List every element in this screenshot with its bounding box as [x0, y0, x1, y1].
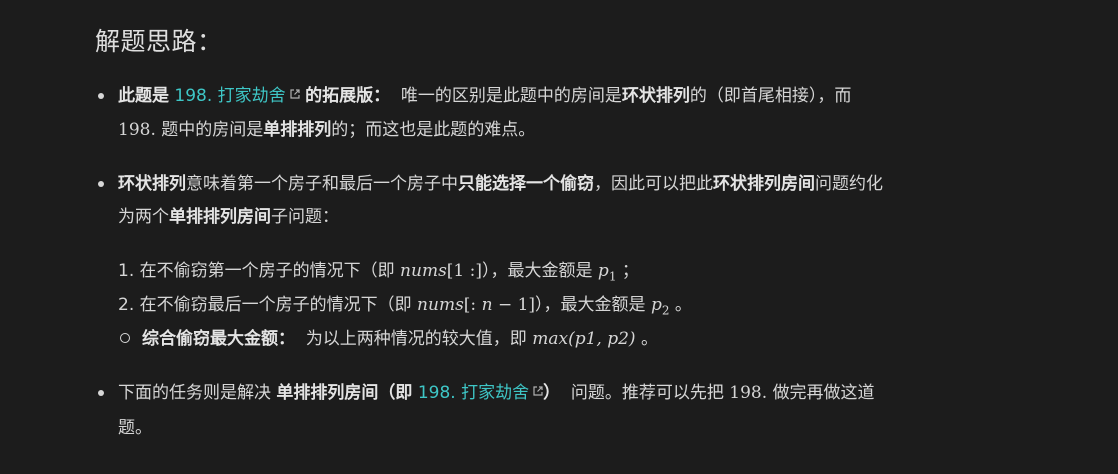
math-subscript: 2: [661, 303, 670, 318]
text: 题中的房间是: [161, 120, 264, 140]
section-title: 解题思路：: [95, 27, 223, 56]
bold-text: 单排排列房间: [169, 207, 271, 227]
text: 下面的任务则是解决: [118, 383, 271, 403]
math-variable: max: [532, 329, 569, 349]
text: 意味着第一个房子和最后一个房子中: [186, 174, 458, 194]
external-link-icon: [290, 89, 300, 99]
bullet-dot-2: [98, 181, 104, 187]
bullet-3-line-1: 下面的任务则是解决 单排排列房间（即 198. 打家劫舍） 问题。推荐可以先把 …: [118, 379, 875, 407]
bullet-2-line-1: 环状排列意味着第一个房子和最后一个房子中只能选择一个偷窃，因此可以把此环状排列房…: [118, 170, 883, 198]
bold-text: 环状排列房间: [713, 174, 815, 194]
text: 的（即首尾相接），而: [689, 86, 852, 106]
math-variable: nums: [400, 261, 447, 281]
math-variable: n: [481, 295, 493, 315]
math-variable: p: [650, 295, 662, 315]
bold-text: ）: [543, 383, 561, 403]
text: 唯一的区别是此题中的房间是: [400, 86, 622, 106]
bullet-dot-3: [98, 390, 104, 396]
link-198-house-robber[interactable]: 198. 打家劫舍: [418, 383, 543, 403]
math-variable: nums: [417, 295, 464, 315]
text: 做完再做这道: [772, 383, 875, 403]
text: ，因此可以把此: [594, 174, 713, 194]
text: 在不偷窃最后一个房子的情况下（即: [139, 295, 412, 315]
math-subscript: 1: [608, 269, 617, 284]
math-expression: − 1]: [497, 295, 536, 315]
bold-text: 单排排列: [263, 120, 332, 140]
text: ），最大金额是: [535, 295, 646, 315]
link-198-house-robber[interactable]: 198. 打家劫舍: [174, 86, 300, 106]
document: 解题思路： 此题是 198. 打家劫舍 的拓展版： 唯一的区别是此题中的房间是环…: [0, 0, 1118, 474]
list-item-2: 2. 在不偷窃最后一个房子的情况下（即 nums[: n − 1]），最大金额是…: [118, 291, 692, 324]
bold-text: 只能选择一个偷窃: [458, 174, 594, 194]
list-number: 1.: [118, 261, 135, 281]
text: ），最大金额是: [482, 261, 593, 281]
text: 为两个: [118, 207, 169, 227]
math-variable: p: [597, 261, 609, 281]
bullet-3-line-2: 题。: [118, 414, 152, 442]
bold-text: 环状排列: [118, 174, 186, 194]
bold-text: 环状排列: [621, 86, 690, 106]
text: 。: [674, 295, 692, 315]
bold-text: 单排排列房间（即: [276, 383, 413, 403]
sub-bullet-circle: [120, 333, 130, 343]
list-item-1: 1. 在不偷窃第一个房子的情况下（即 nums[1 :]），最大金额是 p1 ；: [118, 257, 639, 290]
bullet-1-line-2: 198. 题中的房间是单排排列的；而这也是此题的难点。: [118, 116, 535, 144]
list-item-3: 综合偷窃最大金额： 为以上两种情况的较大值，即 max(p1, p2) 。: [142, 325, 658, 353]
text: 的；而这也是此题的难点。: [331, 120, 536, 140]
text: ；: [621, 261, 639, 281]
bold-text: 综合偷窃最大金额：: [142, 329, 295, 349]
list-number: 2.: [118, 295, 135, 315]
bullet-1-line-1: 此题是 198. 打家劫舍 的拓展版： 唯一的区别是此题中的房间是环状排列的（即…: [118, 82, 851, 110]
text: 在不偷窃第一个房子的情况下（即: [139, 261, 395, 281]
math-expression: [:: [463, 295, 477, 315]
text: 题。: [118, 418, 152, 438]
bullet-dot-1: [98, 93, 104, 99]
bold-text: 的拓展版：: [305, 86, 391, 106]
number-text: 198.: [729, 383, 768, 403]
number-text: 198.: [118, 120, 156, 140]
text: 问题。推荐可以先把: [570, 383, 724, 403]
bullet-2-line-2: 为两个单排排列房间子问题：: [118, 203, 339, 231]
math-expression: [1 :]: [446, 261, 483, 281]
bold-text: 此题是: [118, 86, 169, 106]
external-link-icon: [533, 386, 543, 396]
text: 为以上两种情况的较大值，即: [305, 329, 527, 349]
text: 子问题：: [271, 207, 339, 227]
math-expression: (p1, p2): [568, 329, 636, 349]
text: 。: [640, 329, 658, 349]
text: 问题约化: [815, 174, 883, 194]
